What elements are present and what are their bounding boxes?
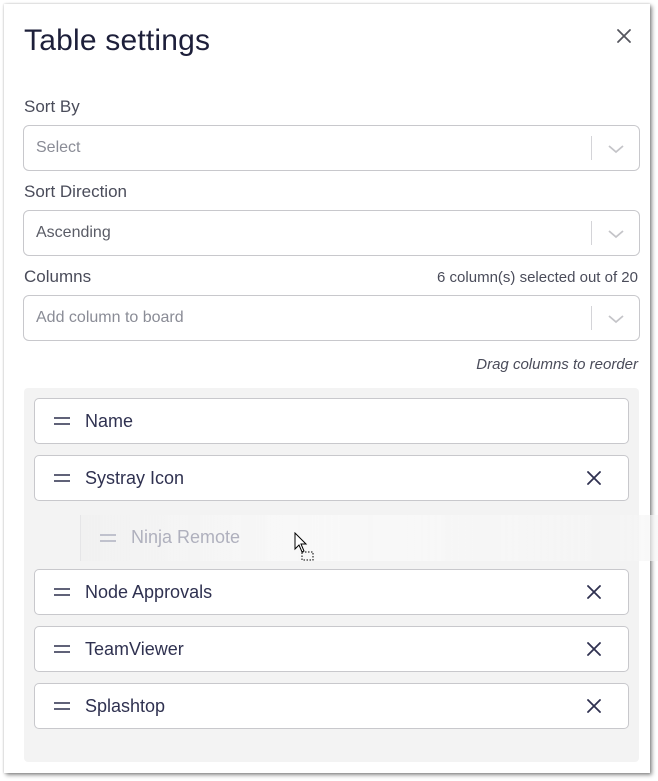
column-item-name[interactable]: Name xyxy=(34,398,629,444)
remove-column-button[interactable] xyxy=(584,696,604,716)
dialog-title: Table settings xyxy=(24,24,211,57)
drag-handle-icon[interactable] xyxy=(53,471,71,485)
close-icon xyxy=(617,29,631,43)
columns-label: Columns xyxy=(24,267,92,286)
sort-direction-label: Sort Direction xyxy=(24,182,127,201)
column-item-label: Ninja Remote xyxy=(131,527,241,547)
remove-column-button[interactable] xyxy=(584,582,604,602)
chevron-down-icon[interactable] xyxy=(605,308,627,330)
reorder-hint: Drag columns to reorder xyxy=(476,356,638,373)
remove-icon xyxy=(587,585,601,599)
sort-by-placeholder: Select xyxy=(36,139,81,156)
add-column-select[interactable]: Add column to board xyxy=(23,295,640,341)
column-item-ninja-remote-dragging[interactable]: Ninja Remote xyxy=(80,515,658,561)
chevron-down-icon[interactable] xyxy=(605,138,627,160)
sort-direction-select[interactable]: Ascending xyxy=(23,210,640,256)
column-item-label: Splashtop xyxy=(85,696,166,716)
drag-handle-icon[interactable] xyxy=(99,531,117,545)
column-item-label: TeamViewer xyxy=(85,639,184,659)
column-item-label: Name xyxy=(85,411,134,431)
add-column-placeholder: Add column to board xyxy=(36,309,184,326)
column-list: Name Systray Icon Ninja Remote Node Appr… xyxy=(24,388,658,762)
drag-handle-icon[interactable] xyxy=(53,414,71,428)
column-item-teamviewer[interactable]: TeamViewer xyxy=(34,626,629,672)
sort-direction-value: Ascending xyxy=(36,224,111,241)
column-item-label: Systray Icon xyxy=(85,468,185,488)
remove-icon xyxy=(587,642,601,656)
column-item-systray-icon[interactable]: Systray Icon xyxy=(34,455,629,501)
sort-by-select[interactable]: Select xyxy=(23,125,640,171)
drag-handle-icon[interactable] xyxy=(53,585,71,599)
select-separator xyxy=(591,306,592,330)
drag-handle-icon[interactable] xyxy=(53,699,71,713)
select-separator xyxy=(591,136,592,160)
select-separator xyxy=(591,221,592,245)
table-settings-dialog: Table settings Sort By Select Sort Direc… xyxy=(4,4,658,773)
remove-icon xyxy=(587,699,601,713)
drag-handle-icon[interactable] xyxy=(53,642,71,656)
remove-column-button[interactable] xyxy=(584,639,604,659)
column-item-node-approvals[interactable]: Node Approvals xyxy=(34,569,629,615)
chevron-down-icon[interactable] xyxy=(605,223,627,245)
column-item-label: Node Approvals xyxy=(85,582,213,602)
close-button[interactable] xyxy=(612,24,636,48)
column-item-splashtop[interactable]: Splashtop xyxy=(34,683,629,729)
sort-by-label: Sort By xyxy=(24,97,80,116)
remove-icon xyxy=(587,471,601,485)
columns-count: 6 column(s) selected out of 20 xyxy=(437,269,638,286)
remove-column-button[interactable] xyxy=(584,468,604,488)
